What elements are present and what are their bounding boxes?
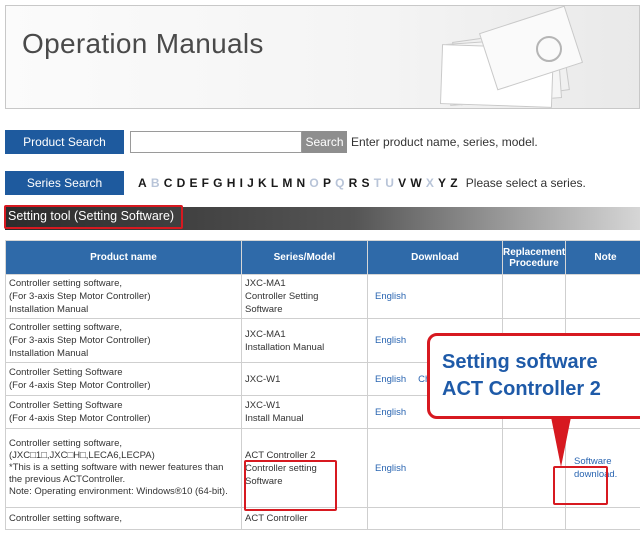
product-line: Installation Manual [9,348,89,359]
table-row: Controller setting software, (For 3-axis … [5,274,640,319]
series-highlight [244,460,337,511]
manuals-illustration [386,6,639,108]
product-line: Controller setting software, [9,513,122,524]
product-line: Controller setting software, [9,438,122,449]
callout-box: Setting software ACT Controller 2 [427,333,640,419]
download-english-link[interactable]: English [375,463,406,474]
product-line: *This is a setting software with newer f… [9,462,224,473]
series-search-hint: Please select a series. [465,176,586,190]
series-line: JXC-MA1 [245,328,286,340]
letter-f[interactable]: F [202,176,209,190]
product-line: the previous ACTController. [9,474,126,485]
letter-y[interactable]: Y [438,176,446,190]
product-search-input[interactable] [130,131,302,153]
letter-u: U [385,176,394,190]
series-line: Controller Setting [245,291,319,302]
cell-download: English [367,274,503,319]
series-line: JXC-W1 [245,373,281,385]
letter-r[interactable]: R [349,176,358,190]
product-search-row: Product Search Search Enter product name… [5,129,640,155]
product-search-hint: Enter product name, series, model. [351,135,538,149]
letter-n[interactable]: N [297,176,306,190]
col-product-name: Product name [5,240,242,275]
letter-c[interactable]: C [164,176,173,190]
letter-z[interactable]: Z [450,176,457,190]
letter-m[interactable]: M [282,176,292,190]
page-title: Operation Manuals [22,28,264,59]
letter-d[interactable]: D [177,176,186,190]
download-english-link[interactable]: English [375,335,406,346]
cell-series: JXC-W1 Install Manual [241,395,368,429]
letter-j[interactable]: J [247,176,254,190]
cell-product: Controller setting software, (JXC□1□,JXC□… [5,428,242,508]
product-line: (For 4-axis Step Motor Controller) [9,413,151,424]
cell-series: JXC-MA1 Installation Manual [241,318,368,363]
cell-replacement [502,507,566,530]
col-download: Download [367,240,503,275]
letter-v[interactable]: V [398,176,406,190]
cell-product: Controller setting software, (For 3-axis … [5,318,242,363]
product-line: Controller Setting Software [9,367,123,378]
cell-product: Controller setting software, (For 3-axis … [5,274,242,319]
series-search-button[interactable]: Series Search [5,171,124,195]
letter-q: Q [335,176,345,190]
letter-e[interactable]: E [189,176,197,190]
cell-series: JXC-W1 [241,362,368,396]
download-english-link[interactable]: English [375,374,406,385]
letter-h[interactable]: H [227,176,236,190]
page-banner: Operation Manuals [5,5,640,109]
cell-note [565,274,640,319]
product-line: (For 3-axis Step Motor Controller) [9,291,151,302]
col-replacement: Replacement Procedure [502,240,566,275]
download-english-link[interactable]: English [375,407,406,418]
cell-download [367,507,503,530]
letter-x: X [425,176,434,190]
callout-line-1: Setting software [442,351,598,373]
series-line: ACT Controller [245,513,308,524]
product-line: (For 4-axis Step Motor Controller) [9,380,151,391]
cell-product: Controller Setting Software (For 4-axis S… [5,395,242,429]
letter-l[interactable]: L [271,176,278,190]
note-highlight [553,466,608,505]
letter-i[interactable]: I [240,176,243,190]
letter-t: T [373,176,382,190]
series-line: JXC-W1 [245,400,281,411]
cell-replacement [502,274,566,319]
callout-pointer [551,417,571,467]
cell-product: Controller Setting Software (For 4-axis S… [5,362,242,396]
letter-b: B [150,176,160,190]
product-search-button[interactable]: Product Search [5,130,124,154]
product-line: Controller setting software, [9,322,122,333]
product-line: (For 3-axis Step Motor Controller) [9,335,151,346]
alphabet-filter: ABCDEFGHIJKLMNOPQRSTUVWXYZ [138,176,462,190]
letter-k[interactable]: K [258,176,267,190]
series-line: JXC-MA1 [245,278,286,289]
col-series-model: Series/Model [241,240,368,275]
letter-a[interactable]: A [138,176,147,190]
search-button[interactable]: Search [302,131,347,153]
product-line: Controller setting software, [9,278,122,289]
letter-p[interactable]: P [323,176,331,190]
product-line: (JXC□1□,JXC□H□,LECA6,LECPA) [9,450,155,461]
letter-s[interactable]: S [362,176,370,190]
col-note: Note [565,240,640,275]
product-line: Note: Operating environment: Windows®10 … [9,486,228,497]
letter-g[interactable]: G [213,176,222,190]
section-title-highlight [4,205,183,229]
product-line: Controller Setting Software [9,400,123,411]
cell-product: Controller setting software, [5,507,242,530]
cell-download: English [367,428,503,508]
series-line: Software [245,304,283,315]
cell-series: JXC-MA1 Controller Setting Software [241,274,368,319]
series-search-row: Series Search ABCDEFGHIJKLMNOPQRSTUVWXYZ… [5,170,640,196]
series-line: Install Manual [245,413,304,424]
letter-o: O [309,176,319,190]
letter-w[interactable]: W [410,176,421,190]
cell-note [565,507,640,530]
product-line: Installation Manual [9,304,89,315]
series-line: Installation Manual [245,341,325,353]
callout-line-2: ACT Controller 2 [442,378,601,400]
download-english-link[interactable]: English [375,291,406,302]
